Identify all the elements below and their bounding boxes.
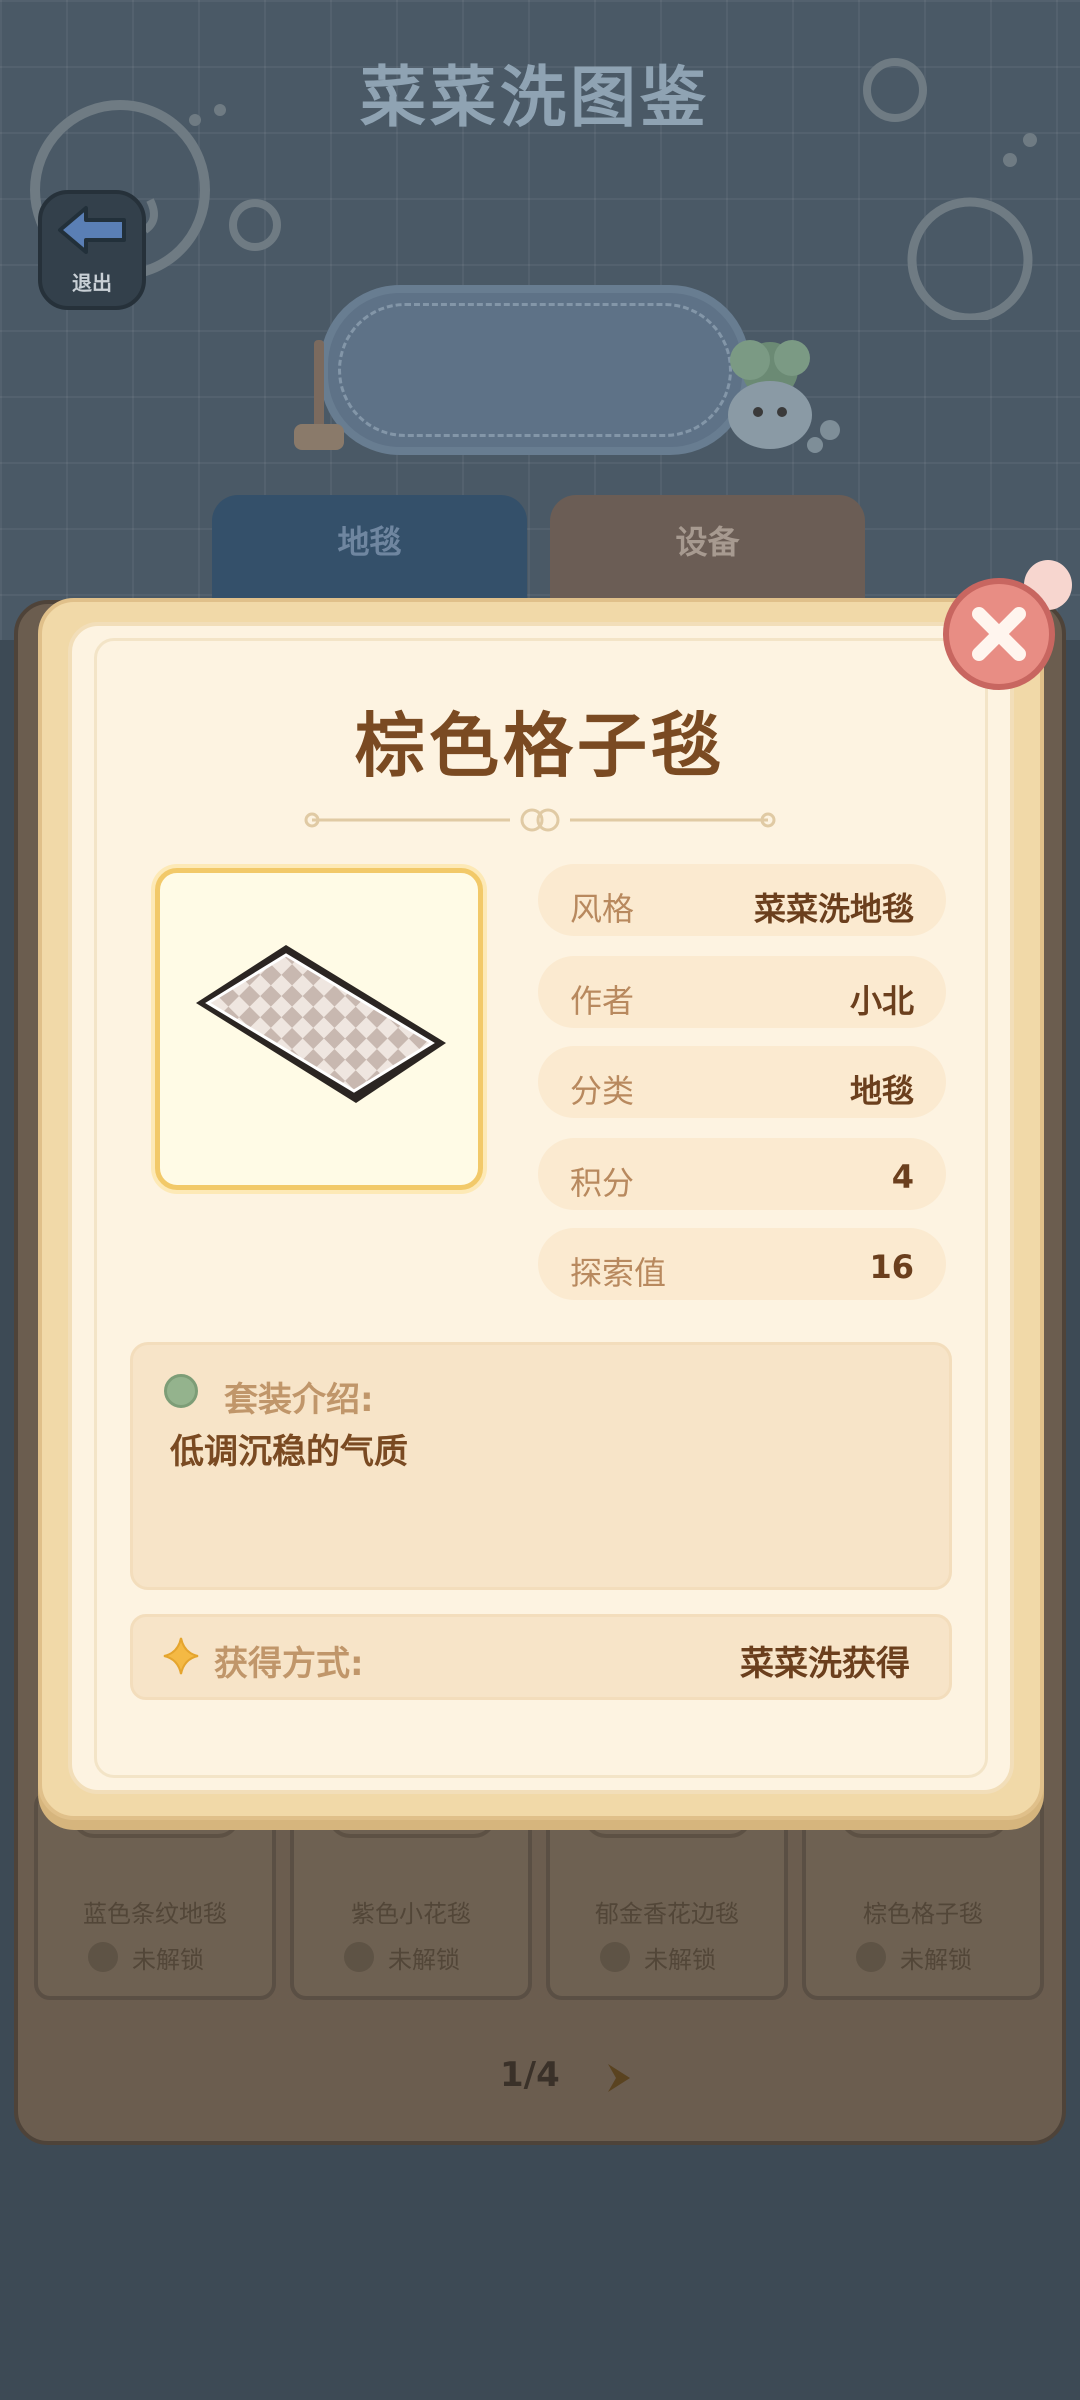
grid-item-card[interactable]: 蓝色条纹地毯 未解锁 <box>34 1790 276 2000</box>
back-arrow-icon <box>58 206 126 254</box>
grid-item-status: 未解锁 <box>132 1946 204 1974</box>
stat-value: 地毯 <box>849 1072 914 1110</box>
lock-icon <box>856 1942 886 1972</box>
doodle-decoration-right <box>863 58 1037 320</box>
stat-label: 积分 <box>570 1164 635 1202</box>
grid-item-status: 未解锁 <box>900 1946 972 1974</box>
stat-value: 菜菜洗地毯 <box>753 890 914 928</box>
grid-item-name: 紫色小花毯 <box>351 1900 471 1928</box>
stat-label: 风格 <box>570 890 635 928</box>
close-icon <box>972 607 1026 661</box>
page-indicator: 1/4 <box>500 2055 560 2095</box>
leaf-dot-icon <box>164 1374 198 1408</box>
acquisition-label: 获得方式: <box>214 1644 364 1684</box>
item-preview <box>155 868 483 1190</box>
grid-item-card[interactable]: 棕色格子毯 未解锁 <box>802 1790 1044 2000</box>
sparkle-icon <box>163 1637 199 1675</box>
stat-style: 风格 菜菜洗地毯 <box>538 864 946 936</box>
stat-label: 作者 <box>570 982 635 1020</box>
description-label: 套装介绍: <box>224 1380 374 1420</box>
stat-exploration: 探索值 16 <box>538 1228 946 1300</box>
ornament-divider <box>304 808 776 832</box>
page-title: 菜菜洗图鉴 <box>360 59 710 136</box>
stat-value: 16 <box>869 1248 914 1286</box>
plaid-rug-icon <box>196 945 446 1103</box>
stat-value: 4 <box>891 1158 914 1196</box>
grid-item-name: 蓝色条纹地毯 <box>83 1900 227 1928</box>
grid-item-card[interactable]: 郁金香花边毯 未解锁 <box>546 1790 788 2000</box>
grid-item-card[interactable]: 紫色小花毯 未解锁 <box>290 1790 532 2000</box>
lock-icon <box>344 1942 374 1972</box>
grid-item-status: 未解锁 <box>644 1946 716 1974</box>
next-page-icon[interactable] <box>604 2060 636 2096</box>
stat-value: 小北 <box>849 982 914 1020</box>
item-title: 棕色格子毯 <box>355 705 725 787</box>
stat-points: 积分 4 <box>538 1138 946 1210</box>
mascot-icon <box>728 340 840 453</box>
stat-category: 分类 地毯 <box>538 1046 946 1118</box>
exit-label: 退出 <box>72 271 112 295</box>
collection-title-plate <box>320 285 750 455</box>
tab-device[interactable]: 设备 <box>550 495 865 605</box>
acquisition-value: 菜菜洗获得 <box>740 1644 910 1684</box>
stat-label: 探索值 <box>570 1254 667 1292</box>
stat-label: 分类 <box>570 1072 635 1110</box>
tab-rug[interactable]: 地毯 <box>212 495 527 605</box>
close-button[interactable] <box>943 578 1055 690</box>
stat-author: 作者 小北 <box>538 956 946 1028</box>
lock-icon <box>600 1942 630 1972</box>
grid-item-name: 郁金香花边毯 <box>595 1900 739 1928</box>
grid-item-name: 棕色格子毯 <box>863 1900 983 1928</box>
mop-icon <box>294 340 344 450</box>
lock-icon <box>88 1942 118 1972</box>
exit-button[interactable]: 退出 <box>38 190 146 310</box>
grid-item-status: 未解锁 <box>388 1946 460 1974</box>
description-text: 低调沉稳的气质 <box>170 1432 408 1472</box>
